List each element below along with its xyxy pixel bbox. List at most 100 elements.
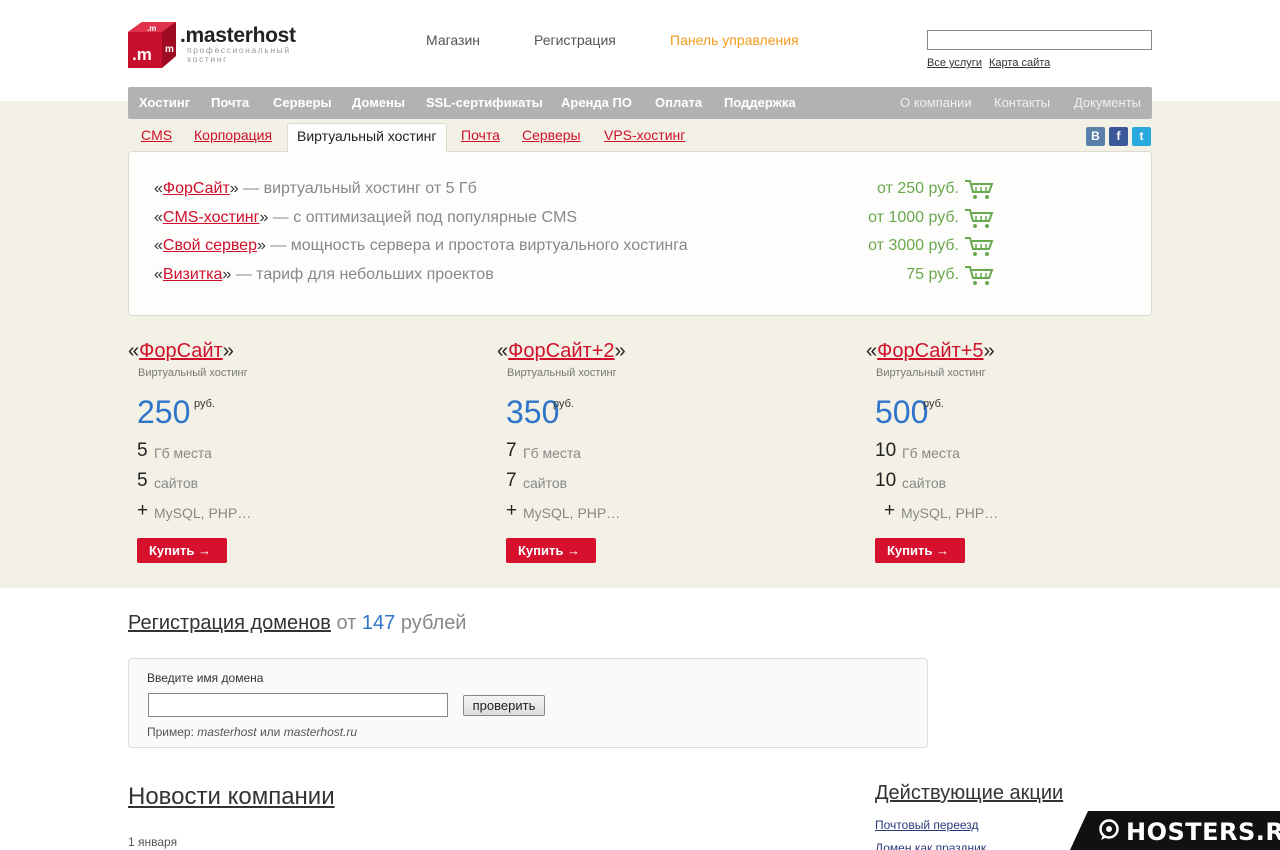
offer-link[interactable]: ФорСайт (163, 180, 230, 197)
plan-title: «ФорСайт+5» (866, 340, 995, 363)
nav-shop-link[interactable]: Магазин (426, 32, 480, 48)
promo-link-domain-holiday[interactable]: Домен как праздник (875, 841, 986, 850)
logo-tagline: профессиональный хостинг (187, 45, 291, 64)
svg-text:.m: .m (132, 45, 152, 64)
promos-heading-link[interactable]: Действующие акции (875, 782, 1063, 805)
main-nav-contacts[interactable]: Контакты (994, 95, 1050, 110)
main-nav: Хостинг Почта Серверы Домены SSL-сертифи… (128, 87, 1152, 119)
plan-disk-label: Гб места (154, 445, 212, 461)
buy-button[interactable]: Купить → (506, 538, 596, 563)
plan-extra-label: MySQL, PHP… (523, 505, 621, 521)
offer-price: от 1000 руб. (868, 209, 959, 226)
nav-registration-link[interactable]: Регистрация (534, 32, 616, 48)
quote-open: « (154, 209, 163, 226)
domain-input[interactable] (148, 693, 448, 717)
cart-icon[interactable] (964, 207, 994, 229)
svg-text:m: m (165, 44, 174, 55)
offer-link[interactable]: Визитка (163, 266, 222, 283)
main-nav-domains[interactable]: Домены (352, 95, 405, 110)
plan-card: «ФорСайт+5» Виртуальный хостинг 500 руб. 10 Г… (866, 340, 1166, 570)
quote-close: » (222, 340, 234, 362)
tab-servers[interactable]: Серверы (522, 127, 581, 143)
vk-icon[interactable]: В (1086, 127, 1105, 146)
cart-icon[interactable] (964, 178, 994, 200)
offer-row: «CMS-хостинг» — с оптимизацией под попул… (154, 209, 577, 227)
logo-cube-icon[interactable]: .m .m m (128, 22, 176, 68)
tab-mail[interactable]: Почта (461, 127, 500, 143)
offer-link[interactable]: Свой сервер (163, 237, 257, 254)
plan-sites-value: 10 (875, 470, 897, 491)
main-nav-about[interactable]: О компании (900, 95, 972, 110)
buy-button[interactable]: Купить → (875, 538, 965, 563)
plan-sites-label: сайтов (523, 475, 568, 491)
offer-row: «Визитка» — тариф для небольших проектов (154, 266, 494, 284)
quote-close: » (614, 340, 626, 362)
buy-button[interactable]: Купить → (137, 538, 227, 563)
quote-close: » (983, 340, 995, 362)
twitter-icon[interactable]: t (1132, 127, 1151, 146)
domain-price-unit: рублей (395, 612, 467, 634)
plan-card: «ФорСайт+2» Виртуальный хостинг 350 руб. 7 Гб… (497, 340, 797, 570)
plan-extra-sign: + (884, 500, 896, 521)
tab-cms[interactable]: CMS (141, 127, 172, 143)
offer-price: 75 руб. (906, 266, 959, 283)
quote-open: « (154, 266, 163, 283)
plan-title: «ФорСайт» (128, 340, 234, 363)
watermark-text: HOSTERS.RU (1126, 818, 1280, 846)
main-nav-ssl[interactable]: SSL-сертификаты (426, 95, 543, 110)
plan-name-link[interactable]: ФорСайт (139, 340, 223, 362)
main-nav-documents[interactable]: Документы (1074, 95, 1141, 110)
main-nav-servers[interactable]: Серверы (273, 95, 332, 110)
news-date: 1 января (128, 835, 178, 849)
quote-close: » (229, 180, 239, 197)
news-heading-link[interactable]: Новости компании (128, 783, 335, 811)
plan-disk-value: 5 (137, 440, 148, 461)
offer-price: от 3000 руб. (868, 237, 959, 254)
quote-open: « (154, 180, 163, 197)
quote-open: « (866, 340, 878, 362)
all-services-link[interactable]: Все услуги (927, 57, 982, 69)
plan-disk-label: Гб места (902, 445, 960, 461)
plan-disk-label: Гб места (523, 445, 581, 461)
hosters-watermark: HOSTERS.RU (1070, 811, 1280, 850)
offer-description: — тариф для небольших проектов (231, 266, 494, 283)
tab-vps[interactable]: VPS-хостинг (604, 127, 685, 143)
svg-text:.m: .m (147, 24, 156, 33)
cart-icon[interactable] (964, 235, 994, 257)
main-nav-software[interactable]: Аренда ПО (561, 95, 632, 110)
search-input[interactable] (927, 30, 1152, 50)
offer-description: — виртуальный хостинг от 5 Гб (238, 180, 477, 197)
nav-control-panel-link[interactable]: Панель управления (670, 32, 799, 48)
tab-corporation[interactable]: Корпорация (194, 127, 272, 143)
facebook-icon[interactable]: f (1109, 127, 1128, 146)
plan-sites-value: 7 (506, 470, 517, 491)
plan-extra-label: MySQL, PHP… (154, 505, 252, 521)
plan-subtitle: Виртуальный хостинг (138, 367, 248, 379)
tab-virtual-hosting[interactable]: Виртуальный хостинг (287, 123, 447, 152)
main-nav-mail[interactable]: Почта (211, 95, 249, 110)
plan-extra-sign: + (506, 500, 518, 521)
offers-panel: «ФорСайт» — виртуальный хостинг от 5 Гб о… (128, 151, 1152, 316)
quote-open: « (154, 237, 163, 254)
plan-currency: руб. (553, 398, 574, 410)
domain-registration-link[interactable]: Регистрация доменов (128, 612, 331, 634)
promo-link-mail-move[interactable]: Почтовый переезд (875, 818, 979, 832)
chat-bubble-icon (1099, 819, 1119, 840)
domain-check-button[interactable]: проверить (463, 695, 545, 716)
offer-row: «ФорСайт» — виртуальный хостинг от 5 Гб (154, 180, 477, 198)
plan-sites-value: 5 (137, 470, 148, 491)
sitemap-link[interactable]: Карта сайта (989, 57, 1050, 69)
quote-close: » (256, 237, 266, 254)
plan-name-link[interactable]: ФорСайт+5 (877, 340, 983, 362)
domain-input-label: Введите имя домена (147, 671, 264, 685)
cart-icon[interactable] (964, 264, 994, 286)
quote-open: « (497, 340, 509, 362)
plan-extra-label: MySQL, PHP… (901, 505, 999, 521)
offer-description: — с оптимизацией под популярные CMS (268, 209, 578, 226)
main-nav-hosting[interactable]: Хостинг (139, 95, 190, 110)
plan-name-link[interactable]: ФорСайт+2 (508, 340, 614, 362)
offer-link[interactable]: CMS-хостинг (163, 209, 260, 226)
main-nav-payment[interactable]: Оплата (655, 95, 702, 110)
main-nav-support[interactable]: Поддержка (724, 95, 796, 110)
quote-open: « (128, 340, 140, 362)
